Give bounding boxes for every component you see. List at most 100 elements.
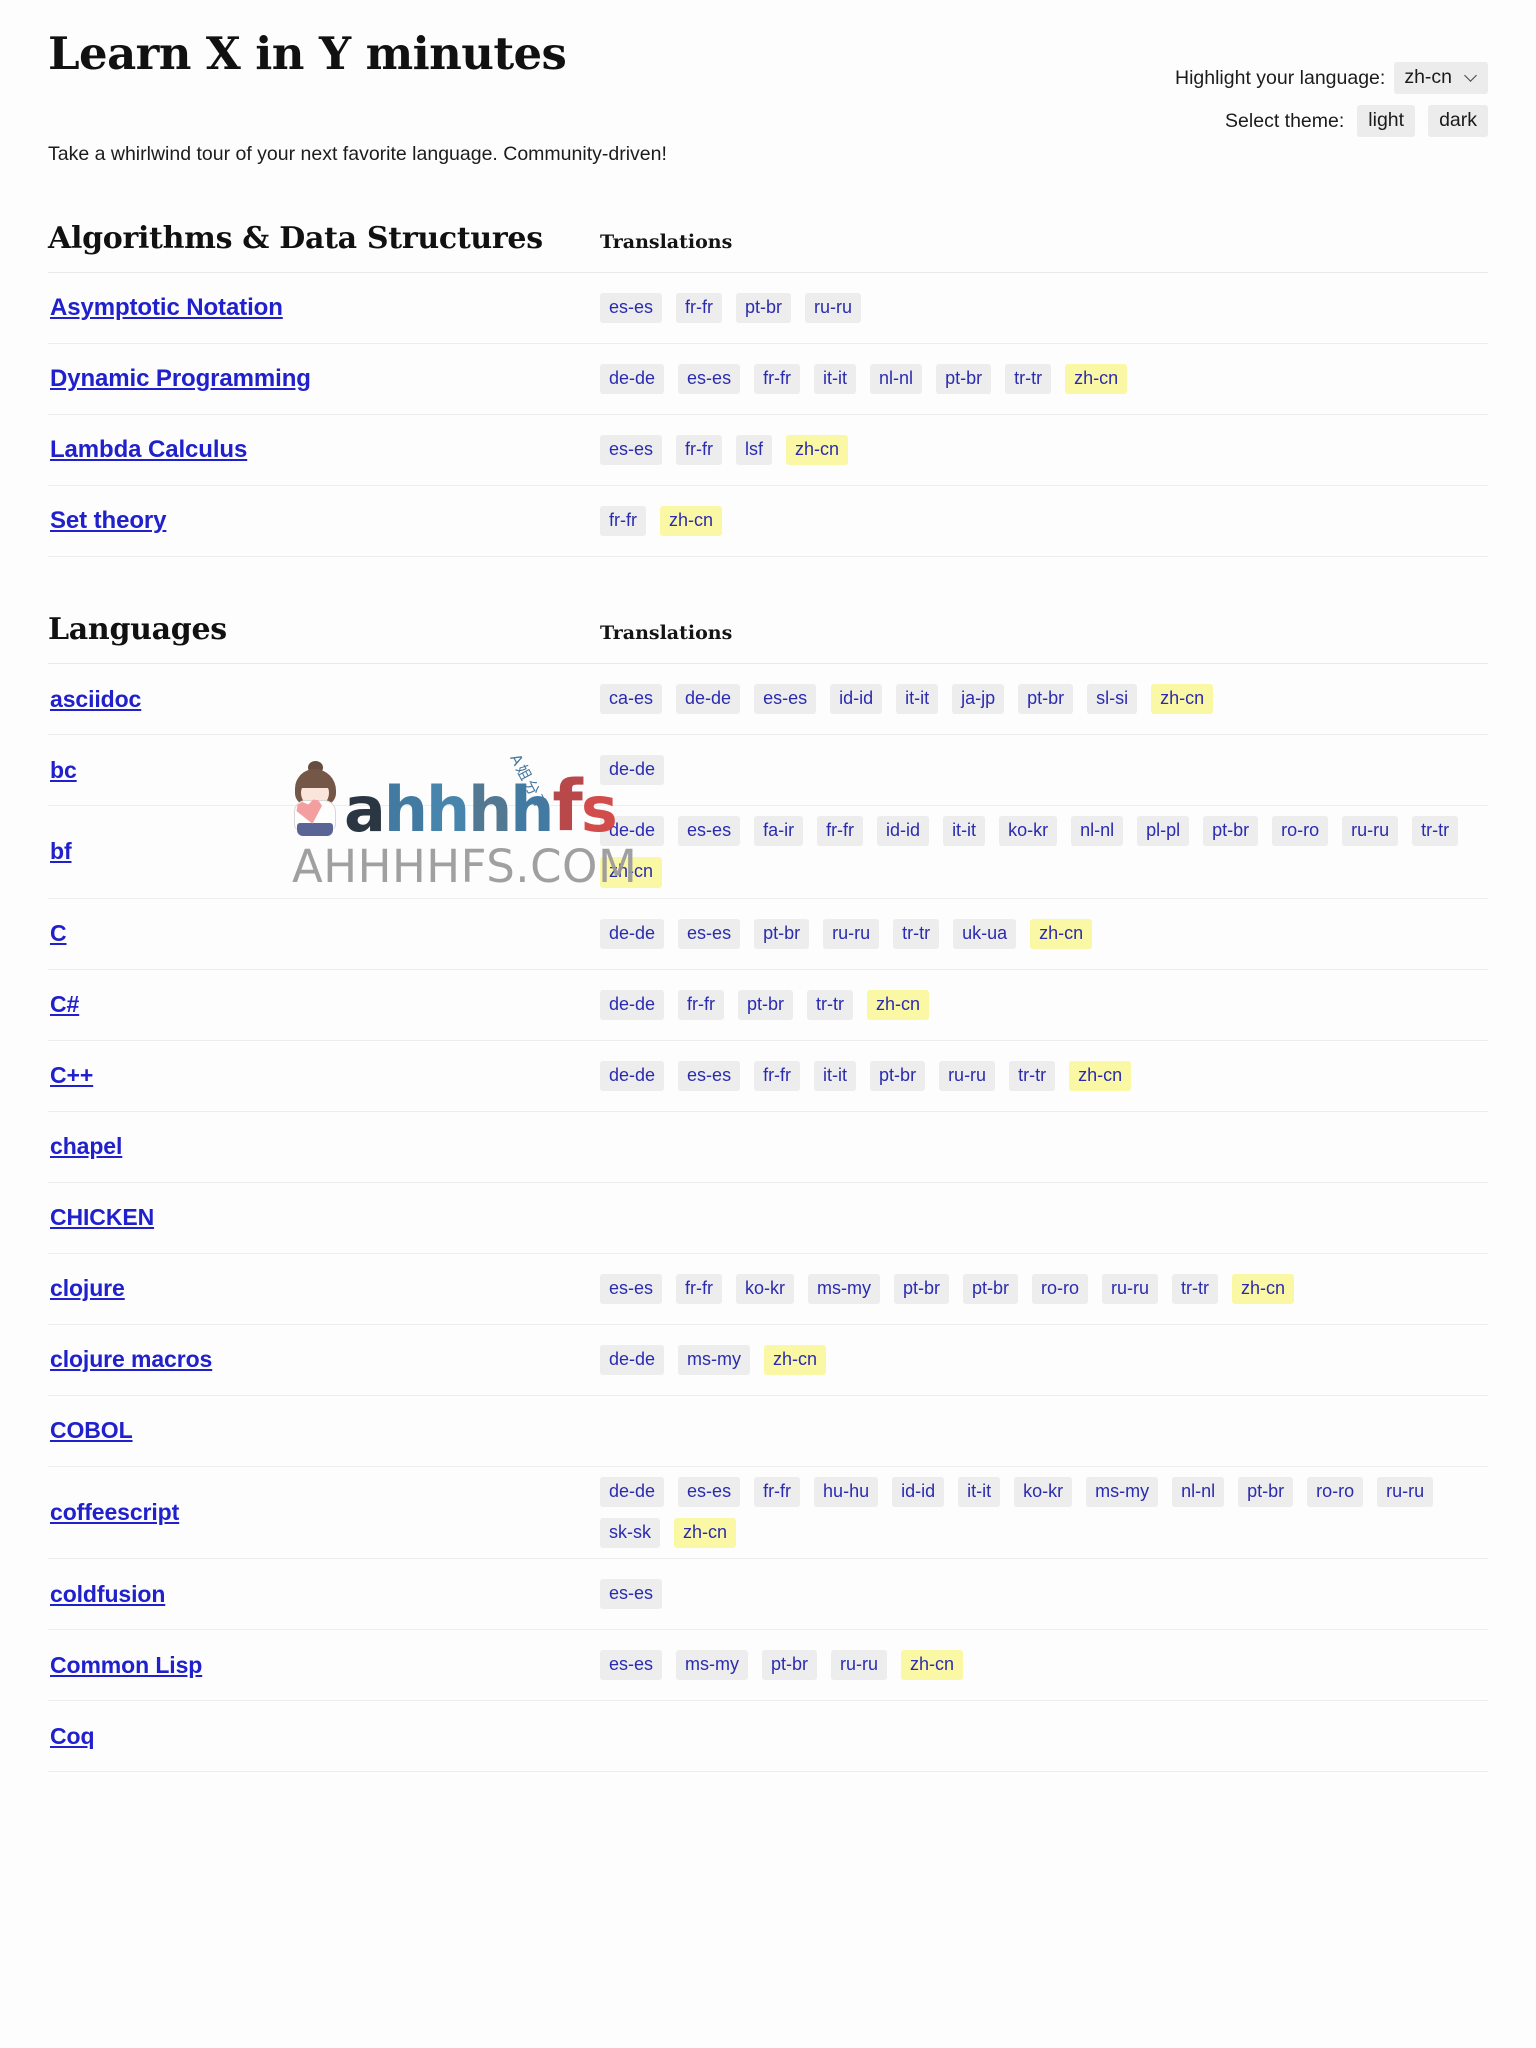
- topic-link[interactable]: Set theory: [50, 507, 166, 534]
- topic-link[interactable]: clojure macros: [50, 1346, 212, 1372]
- translation-badge[interactable]: pt-br: [936, 364, 992, 395]
- topic-link[interactable]: bf: [50, 838, 72, 864]
- translation-badge[interactable]: it-it: [943, 816, 986, 847]
- translation-badge[interactable]: nl-nl: [1172, 1476, 1225, 1507]
- translation-badge[interactable]: ru-ru: [1342, 816, 1399, 847]
- translation-badge[interactable]: tr-tr: [1009, 1060, 1056, 1091]
- topic-link[interactable]: C: [50, 920, 67, 946]
- translation-badge[interactable]: ja-jp: [952, 684, 1005, 715]
- topic-link[interactable]: Asymptotic Notation: [50, 294, 283, 321]
- translation-badge[interactable]: de-de: [600, 1476, 665, 1507]
- translation-badge[interactable]: ro-ro: [1272, 816, 1329, 847]
- translation-badge[interactable]: es-es: [678, 1476, 741, 1507]
- translation-badge[interactable]: pt-br: [1238, 1476, 1294, 1507]
- translation-badge[interactable]: es-es: [678, 816, 741, 847]
- translation-badge[interactable]: fr-fr: [676, 293, 722, 324]
- translation-badge[interactable]: de-de: [676, 684, 741, 715]
- translation-badge[interactable]: ko-kr: [736, 1273, 794, 1304]
- translation-badge[interactable]: pt-br: [893, 1273, 949, 1304]
- translation-badge[interactable]: es-es: [678, 918, 741, 949]
- theme-light-button[interactable]: light: [1357, 105, 1416, 137]
- translation-badge[interactable]: ru-ru: [823, 918, 880, 949]
- translation-badge[interactable]: de-de: [600, 918, 665, 949]
- translation-badge[interactable]: id-id: [892, 1476, 945, 1507]
- translation-badge[interactable]: zh-cn: [659, 506, 722, 537]
- translation-badge[interactable]: de-de: [600, 755, 665, 786]
- translation-badge[interactable]: ru-ru: [1377, 1476, 1434, 1507]
- translation-badge[interactable]: zh-cn: [1151, 684, 1214, 715]
- translation-badge[interactable]: fr-fr: [600, 506, 646, 537]
- topic-link[interactable]: coldfusion: [50, 1581, 165, 1607]
- translation-badge[interactable]: pt-br: [963, 1273, 1019, 1304]
- translation-badge[interactable]: ru-ru: [939, 1060, 996, 1091]
- topic-link[interactable]: Common Lisp: [50, 1652, 202, 1678]
- translation-badge[interactable]: zh-cn: [786, 435, 849, 466]
- translation-badge[interactable]: ro-ro: [1307, 1476, 1364, 1507]
- translation-badge[interactable]: zh-cn: [1030, 918, 1093, 949]
- translation-badge[interactable]: id-id: [830, 684, 883, 715]
- translation-badge[interactable]: pt-br: [738, 989, 794, 1020]
- translation-badge[interactable]: zh-cn: [600, 857, 663, 888]
- translation-badge[interactable]: it-it: [814, 1060, 857, 1091]
- translation-badge[interactable]: zh-cn: [1065, 364, 1128, 395]
- translation-badge[interactable]: es-es: [600, 293, 663, 324]
- translation-badge[interactable]: es-es: [754, 684, 817, 715]
- translation-badge[interactable]: zh-cn: [867, 989, 930, 1020]
- translation-badge[interactable]: pt-br: [1018, 684, 1074, 715]
- topic-link[interactable]: C++: [50, 1062, 93, 1088]
- translation-badge[interactable]: es-es: [600, 435, 663, 466]
- translation-badge[interactable]: fr-fr: [676, 1273, 722, 1304]
- translation-badge[interactable]: es-es: [678, 1060, 741, 1091]
- translation-badge[interactable]: ru-ru: [805, 293, 862, 324]
- translation-badge[interactable]: tr-tr: [1412, 816, 1459, 847]
- translation-badge[interactable]: uk-ua: [953, 918, 1017, 949]
- translation-badge[interactable]: zh-cn: [901, 1650, 964, 1681]
- translation-badge[interactable]: fr-fr: [754, 364, 801, 395]
- topic-link[interactable]: C#: [50, 991, 79, 1017]
- translation-badge[interactable]: id-id: [877, 816, 930, 847]
- translation-badge[interactable]: ko-kr: [1014, 1476, 1073, 1507]
- translation-badge[interactable]: pt-br: [736, 293, 792, 324]
- translation-badge[interactable]: es-es: [600, 1579, 663, 1610]
- translation-badge[interactable]: tr-tr: [893, 918, 940, 949]
- translation-badge[interactable]: pt-br: [1203, 816, 1259, 847]
- topic-link[interactable]: chapel: [50, 1133, 122, 1159]
- topic-link[interactable]: asciidoc: [50, 686, 141, 712]
- translation-badge[interactable]: fr-fr: [678, 989, 725, 1020]
- topic-link[interactable]: COBOL: [50, 1417, 133, 1443]
- translation-badge[interactable]: sk-sk: [600, 1517, 660, 1549]
- translation-badge[interactable]: pt-br: [870, 1060, 926, 1091]
- translation-badge[interactable]: tr-tr: [807, 989, 854, 1020]
- translation-badge[interactable]: zh-cn: [764, 1344, 827, 1375]
- translation-badge[interactable]: ro-ro: [1032, 1273, 1089, 1304]
- translation-badge[interactable]: fr-fr: [754, 1060, 801, 1091]
- translation-badge[interactable]: it-it: [896, 684, 939, 715]
- translation-badge[interactable]: ru-ru: [1102, 1273, 1159, 1304]
- translation-badge[interactable]: es-es: [600, 1273, 663, 1304]
- translation-badge[interactable]: de-de: [600, 1060, 665, 1091]
- translation-badge[interactable]: ms-my: [1086, 1476, 1159, 1507]
- theme-dark-button[interactable]: dark: [1428, 105, 1488, 137]
- translation-badge[interactable]: lsf: [736, 435, 772, 466]
- translation-badge[interactable]: zh-cn: [1069, 1060, 1132, 1091]
- translation-badge[interactable]: de-de: [600, 364, 665, 395]
- translation-badge[interactable]: de-de: [600, 816, 665, 847]
- translation-badge[interactable]: ru-ru: [831, 1650, 888, 1681]
- translation-badge[interactable]: ms-my: [676, 1650, 748, 1681]
- translation-badge[interactable]: de-de: [600, 989, 665, 1020]
- translation-badge[interactable]: ko-kr: [999, 816, 1058, 847]
- topic-link[interactable]: bc: [50, 757, 77, 783]
- translation-badge[interactable]: tr-tr: [1172, 1273, 1219, 1304]
- translation-badge[interactable]: ca-es: [600, 684, 663, 715]
- translation-badge[interactable]: nl-nl: [1071, 816, 1124, 847]
- translation-badge[interactable]: pl-pl: [1137, 816, 1190, 847]
- translation-badge[interactable]: it-it: [814, 364, 857, 395]
- topic-link[interactable]: Coq: [50, 1723, 95, 1749]
- translation-badge[interactable]: hu-hu: [814, 1476, 879, 1507]
- highlight-language-select[interactable]: zh-cn: [1394, 62, 1488, 94]
- translation-badge[interactable]: ms-my: [808, 1273, 880, 1304]
- topic-link[interactable]: CHICKEN: [50, 1204, 154, 1230]
- translation-badge[interactable]: pt-br: [754, 918, 810, 949]
- translation-badge[interactable]: fa-ir: [754, 816, 804, 847]
- topic-link[interactable]: clojure: [50, 1275, 125, 1301]
